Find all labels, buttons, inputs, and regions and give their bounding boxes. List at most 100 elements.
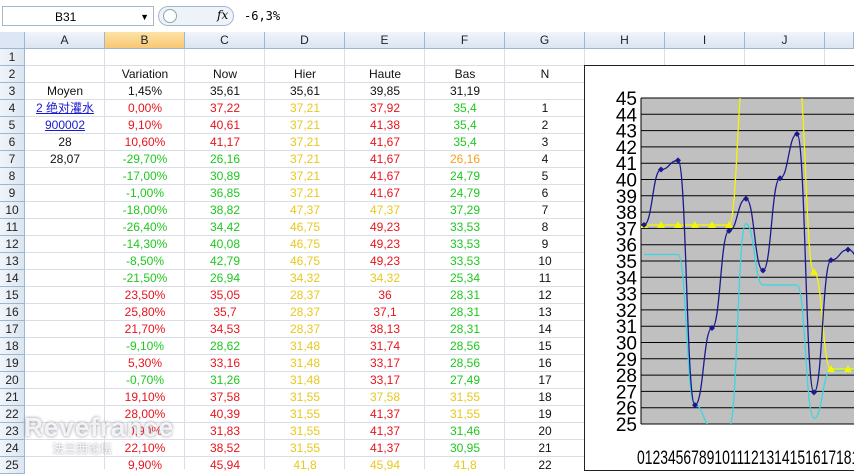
- column-header-f[interactable]: F: [425, 32, 505, 49]
- data-cell-b[interactable]: 25,80%: [105, 304, 185, 321]
- data-cell-b[interactable]: -17,00%: [105, 168, 185, 185]
- data-cell-c[interactable]: 38,82: [185, 202, 265, 219]
- chevron-down-icon[interactable]: ▼: [140, 7, 149, 27]
- row-header[interactable]: 3: [0, 83, 25, 100]
- data-cell-g[interactable]: 10: [505, 253, 585, 270]
- data-cell-b[interactable]: 21,70%: [105, 321, 185, 338]
- data-cell-b[interactable]: 10,60%: [105, 134, 185, 151]
- data-cell-c[interactable]: 26,94: [185, 270, 265, 287]
- data-cell-e[interactable]: 41,67: [345, 168, 425, 185]
- data-cell-e[interactable]: 37,92: [345, 100, 425, 117]
- data-cell-b[interactable]: -29,70%: [105, 151, 185, 168]
- data-cell-b[interactable]: 9,10%: [105, 117, 185, 134]
- data-cell-e[interactable]: 41,37: [345, 406, 425, 423]
- column-header-b[interactable]: B: [105, 32, 185, 49]
- data-cell-e[interactable]: 49,23: [345, 253, 425, 270]
- row-header[interactable]: 17: [0, 321, 25, 338]
- data-cell-e[interactable]: 45,94: [345, 457, 425, 474]
- data-cell-d[interactable]: 31,55: [265, 389, 345, 406]
- data-cell-f[interactable]: 28,31: [425, 287, 505, 304]
- data-cell-c[interactable]: 37,22: [185, 100, 265, 117]
- data-cell-d[interactable]: 46,75: [265, 219, 345, 236]
- data-cell-d[interactable]: 34,32: [265, 270, 345, 287]
- data-cell-c[interactable]: 31,83: [185, 423, 265, 440]
- data-cell-d[interactable]: 31,48: [265, 372, 345, 389]
- data-cell-d[interactable]: 28,37: [265, 304, 345, 321]
- row-header[interactable]: 4: [0, 100, 25, 117]
- data-cell-e[interactable]: 37,58: [345, 389, 425, 406]
- data-cell-b[interactable]: 23,50%: [105, 287, 185, 304]
- data-cell-f[interactable]: 31,55: [425, 406, 505, 423]
- data-cell-f[interactable]: 33,53: [425, 219, 505, 236]
- info-cell[interactable]: 28: [25, 134, 105, 151]
- data-cell-g[interactable]: 3: [505, 134, 585, 151]
- data-cell-f[interactable]: 26,16: [425, 151, 505, 168]
- data-cell-d[interactable]: 37,21: [265, 134, 345, 151]
- data-cell-d[interactable]: 46,75: [265, 236, 345, 253]
- data-cell-g[interactable]: 14: [505, 321, 585, 338]
- data-cell-f[interactable]: 37,29: [425, 202, 505, 219]
- data-cell-d[interactable]: 47,37: [265, 202, 345, 219]
- data-cell-b[interactable]: -8,50%: [105, 253, 185, 270]
- data-cell-d[interactable]: 37,21: [265, 151, 345, 168]
- data-cell-c[interactable]: 40,39: [185, 406, 265, 423]
- data-cell-g[interactable]: 13: [505, 304, 585, 321]
- data-cell-g[interactable]: 15: [505, 338, 585, 355]
- row-header[interactable]: 25: [0, 457, 25, 474]
- data-cell-f[interactable]: 30,95: [425, 440, 505, 457]
- row-header[interactable]: 20: [0, 372, 25, 389]
- data-cell-c[interactable]: 41,17: [185, 134, 265, 151]
- data-cell-f[interactable]: 33,53: [425, 253, 505, 270]
- column-title-b[interactable]: Variation: [105, 66, 185, 83]
- data-cell-e[interactable]: 41,37: [345, 440, 425, 457]
- data-cell-e[interactable]: 33,17: [345, 372, 425, 389]
- column-title-f[interactable]: Bas: [425, 66, 505, 83]
- data-cell-b[interactable]: -18,00%: [105, 202, 185, 219]
- data-cell-f[interactable]: 28,56: [425, 355, 505, 372]
- data-cell-f[interactable]: 31,46: [425, 423, 505, 440]
- data-cell-g[interactable]: 6: [505, 185, 585, 202]
- data-cell-f[interactable]: 35,4: [425, 100, 505, 117]
- data-cell-b[interactable]: -0,70%: [105, 372, 185, 389]
- data-cell-g[interactable]: 18: [505, 389, 585, 406]
- data-cell-g[interactable]: 5: [505, 168, 585, 185]
- data-cell-e[interactable]: 31,74: [345, 338, 425, 355]
- data-cell-d[interactable]: 41,8: [265, 457, 345, 474]
- data-cell-d[interactable]: 28,37: [265, 321, 345, 338]
- column-header-g[interactable]: G: [505, 32, 585, 49]
- row-header[interactable]: 12: [0, 236, 25, 253]
- data-cell-d[interactable]: 37,21: [265, 168, 345, 185]
- row-header[interactable]: 7: [0, 151, 25, 168]
- data-cell-f[interactable]: 28,31: [425, 304, 505, 321]
- data-cell-g[interactable]: 2: [505, 117, 585, 134]
- row-header[interactable]: 22: [0, 406, 25, 423]
- data-cell-g[interactable]: 8: [505, 219, 585, 236]
- data-cell-g[interactable]: 1: [505, 100, 585, 117]
- data-cell-e[interactable]: 49,23: [345, 236, 425, 253]
- row-header[interactable]: 24: [0, 440, 25, 457]
- row-header[interactable]: 8: [0, 168, 25, 185]
- data-cell-f[interactable]: 33,53: [425, 236, 505, 253]
- row-header[interactable]: 21: [0, 389, 25, 406]
- data-cell-e[interactable]: 41,38: [345, 117, 425, 134]
- data-cell-c[interactable]: 38,52: [185, 440, 265, 457]
- row-header[interactable]: 15: [0, 287, 25, 304]
- data-cell-b[interactable]: 9,90%: [105, 457, 185, 474]
- insert-function-icon[interactable]: fx: [217, 8, 228, 22]
- data-cell-c[interactable]: 26,16: [185, 151, 265, 168]
- data-cell-c[interactable]: 35,05: [185, 287, 265, 304]
- data-cell-d[interactable]: 31,55: [265, 406, 345, 423]
- data-cell-b[interactable]: 19,10%: [105, 389, 185, 406]
- data-cell-g[interactable]: 21: [505, 440, 585, 457]
- data-cell-e[interactable]: 37,1: [345, 304, 425, 321]
- name-box[interactable]: B31 ▼: [2, 6, 154, 26]
- data-cell-e[interactable]: 33,17: [345, 355, 425, 372]
- data-cell-d[interactable]: 31,48: [265, 355, 345, 372]
- data-cell-d[interactable]: 37,21: [265, 117, 345, 134]
- average-cell-d[interactable]: 35,61: [265, 83, 345, 100]
- data-cell-e[interactable]: 38,13: [345, 321, 425, 338]
- row-header[interactable]: 16: [0, 304, 25, 321]
- row-header[interactable]: 19: [0, 355, 25, 372]
- column-title-c[interactable]: Now: [185, 66, 265, 83]
- data-cell-e[interactable]: 41,67: [345, 134, 425, 151]
